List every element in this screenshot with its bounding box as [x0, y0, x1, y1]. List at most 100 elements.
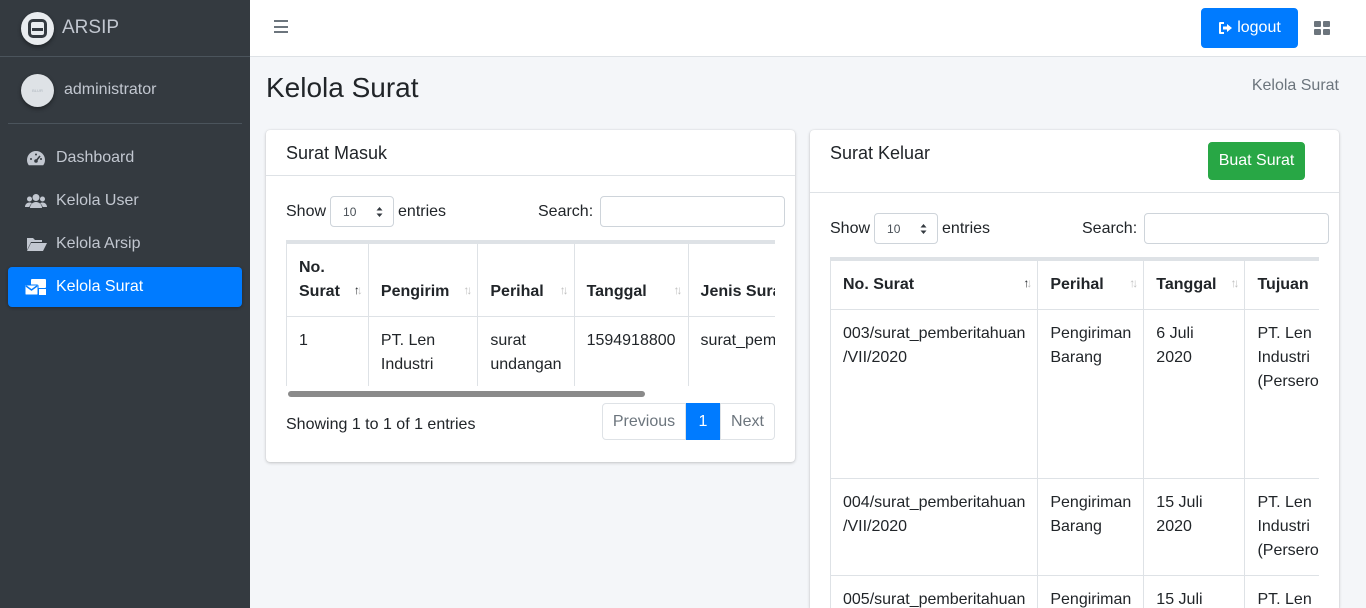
surat-keluar-table: No. Surat↑↓ Perihal↑↓ Tanggal↑↓ Tujuan↑↓…: [830, 260, 1319, 608]
cell-tanggal: 6 Juli 2020: [1143, 309, 1246, 479]
surat-masuk-info: Showing 1 to 1 of 1 entries: [286, 416, 476, 433]
show-label: Show: [830, 219, 871, 237]
surat-masuk-search-input[interactable]: [600, 196, 786, 227]
surat-keluar-title: Surat Keluar: [830, 143, 931, 163]
pagination-previous[interactable]: Previous: [602, 403, 686, 440]
cell-perihal: Pengiriman Barang: [1037, 309, 1145, 479]
sort-icon: ↑↓: [353, 283, 363, 297]
search-label: Search:: [1082, 219, 1138, 237]
cell-no-surat: 003/surat_pemberitahuan/VII/2020: [830, 309, 1039, 479]
cell-no-surat: 005/surat_pemberitahuan: [830, 575, 1039, 608]
entries-value: 10: [343, 204, 357, 219]
column-header-jenis-surat[interactable]: Jenis Surat↑↓: [687, 243, 775, 317]
column-header-tanggal[interactable]: Tanggal ↑↓: [1143, 260, 1246, 310]
surat-masuk-table-wrap: No. Surat ↑↓ Pengirim ↑↓ Perihal ↑↓ Tanggal…: [286, 240, 775, 386]
sort-icon: ↑↓: [559, 283, 569, 297]
menu-toggle-icon[interactable]: [274, 19, 288, 34]
avatar: BLUR: [21, 73, 54, 107]
column-header-tanggal[interactable]: Tanggal ↑↓: [573, 243, 689, 317]
pagination-next[interactable]: Next: [720, 403, 775, 440]
search-label: Search:: [538, 202, 594, 220]
entries-label: entries: [398, 202, 447, 220]
cell-tujuan: PT. Len Industri (Persero): [1244, 478, 1319, 576]
surat-masuk-card: Surat Masuk Show 10 entries Search: No. …: [266, 130, 795, 462]
sidebar-nav: Dashboard Kelola User Kelola Arsip Kelol…: [0, 124, 250, 307]
surat-masuk-length: Show 10 entries: [286, 196, 446, 227]
cell-no: 1: [286, 316, 369, 386]
surat-keluar-table-wrap: No. Surat↑↓ Perihal↑↓ Tanggal↑↓ Tujuan↑↓…: [830, 257, 1319, 608]
table-row: 005/surat_pemberitahuan Pengiriman 15 Ju…: [830, 575, 1319, 608]
sidebar-item-label: Kelola User: [56, 192, 139, 209]
sidebar-item-kelola-user[interactable]: Kelola User: [8, 181, 242, 221]
buat-surat-button[interactable]: Buat Surat: [1208, 142, 1305, 180]
table-row: 004/surat_pemberitahuan/VII/2020 Pengiri…: [830, 478, 1319, 576]
brand-link[interactable]: ARSIP: [0, 0, 250, 57]
surat-keluar-filter: Search:: [1082, 213, 1330, 244]
surat-masuk-pagination: Previous 1 Next: [602, 403, 775, 440]
horizontal-scrollbar[interactable]: [288, 391, 645, 397]
logout-button[interactable]: logout: [1201, 8, 1298, 48]
grid-icon[interactable]: [1314, 21, 1330, 36]
surat-keluar-length: Show 10 entries: [830, 213, 990, 244]
sort-icon: ↑↓: [1230, 276, 1239, 290]
surat-masuk-filter: Search:: [538, 196, 786, 227]
column-header-perihal[interactable]: Perihal ↑↓: [477, 243, 575, 317]
cell-tanggal: 15 Juli 2020: [1143, 478, 1246, 576]
table-row: 003/surat_pemberitahuan/VII/2020 Pengiri…: [830, 309, 1319, 479]
cell-tanggal: 15 Juli: [1143, 575, 1246, 608]
breadcrumb: Kelola Surat: [1251, 77, 1339, 94]
logout-label: logout: [1237, 19, 1281, 36]
sidebar-item-label: Dashboard: [56, 149, 135, 166]
sidebar-item-label: Kelola Surat: [56, 278, 144, 295]
table-row: 1 PT. Len Industri surat undangan 159491…: [286, 316, 775, 386]
surat-masuk-title: Surat Masuk: [286, 143, 388, 163]
brand-logo-icon: [21, 11, 54, 45]
page-title: Kelola Surat: [266, 72, 419, 103]
surat-masuk-header: Surat Masuk: [266, 130, 795, 176]
folder-open-icon: [25, 235, 47, 253]
cell-pengirim: PT. Len Industri: [367, 316, 479, 386]
cell-perihal: surat undangan: [477, 316, 575, 386]
sidebar-item-label: Kelola Arsip: [56, 235, 141, 252]
cell-tujuan: PT. Len: [1244, 575, 1319, 608]
sidebar-item-kelola-surat[interactable]: Kelola Surat: [8, 267, 242, 307]
entries-select[interactable]: 10: [330, 196, 395, 227]
user-name[interactable]: administrator: [64, 81, 156, 99]
users-icon: [25, 192, 47, 210]
show-label: Show: [286, 202, 327, 220]
cell-tanggal: 1594918800: [573, 316, 689, 386]
sidebar-item-kelola-arsip[interactable]: Kelola Arsip: [8, 224, 242, 264]
column-header-perihal[interactable]: Perihal ↑↓: [1037, 260, 1145, 310]
pagination-page-1[interactable]: 1: [686, 403, 720, 440]
surat-masuk-table: No. Surat ↑↓ Pengirim ↑↓ Perihal ↑↓ Tanggal…: [286, 243, 775, 386]
entries-value: 10: [887, 221, 901, 236]
sign-out-icon: [1219, 22, 1233, 34]
cell-perihal: Pengiriman: [1037, 575, 1145, 608]
surat-keluar-card: Surat Keluar Buat Surat Show 10 entries …: [810, 130, 1339, 608]
column-header-no-surat[interactable]: No. Surat ↑↓: [830, 260, 1039, 310]
column-header-pengirim[interactable]: Pengirim ↑↓: [367, 243, 479, 317]
column-header-tujuan[interactable]: Tujuan↑↓: [1244, 260, 1319, 310]
sort-icon: ↑↓: [1129, 276, 1138, 290]
cell-jenis: surat_pembe: [687, 316, 775, 386]
cell-no-surat: 004/surat_pemberitahuan/VII/2020: [830, 478, 1039, 576]
entries-select[interactable]: 10: [874, 213, 939, 244]
entries-label: entries: [942, 219, 991, 237]
user-panel[interactable]: BLUR administrator: [8, 57, 242, 124]
sort-icon: ↑↓: [463, 283, 472, 297]
mail-bulk-icon: [25, 278, 47, 296]
tachometer-icon: [25, 149, 47, 167]
brand-text: ARSIP: [62, 17, 120, 38]
select-arrows-icon: [920, 224, 927, 234]
sort-icon: ↑↓: [673, 283, 683, 297]
sidebar-item-dashboard[interactable]: Dashboard: [8, 138, 242, 178]
cell-perihal: Pengiriman Barang: [1037, 478, 1145, 576]
cell-tujuan: PT. Len Industri (Persero): [1244, 309, 1319, 479]
surat-keluar-header: Surat Keluar Buat Surat: [810, 130, 1339, 193]
select-arrows-icon: [376, 207, 383, 217]
column-header-no-surat[interactable]: No. Surat ↑↓: [286, 243, 369, 317]
sort-icon: ↑↓: [1023, 276, 1032, 290]
surat-keluar-search-input[interactable]: [1144, 213, 1330, 244]
topbar: logout: [250, 0, 1366, 57]
sidebar: ARSIP BLUR administrator Dashboard Kelol…: [0, 0, 250, 608]
